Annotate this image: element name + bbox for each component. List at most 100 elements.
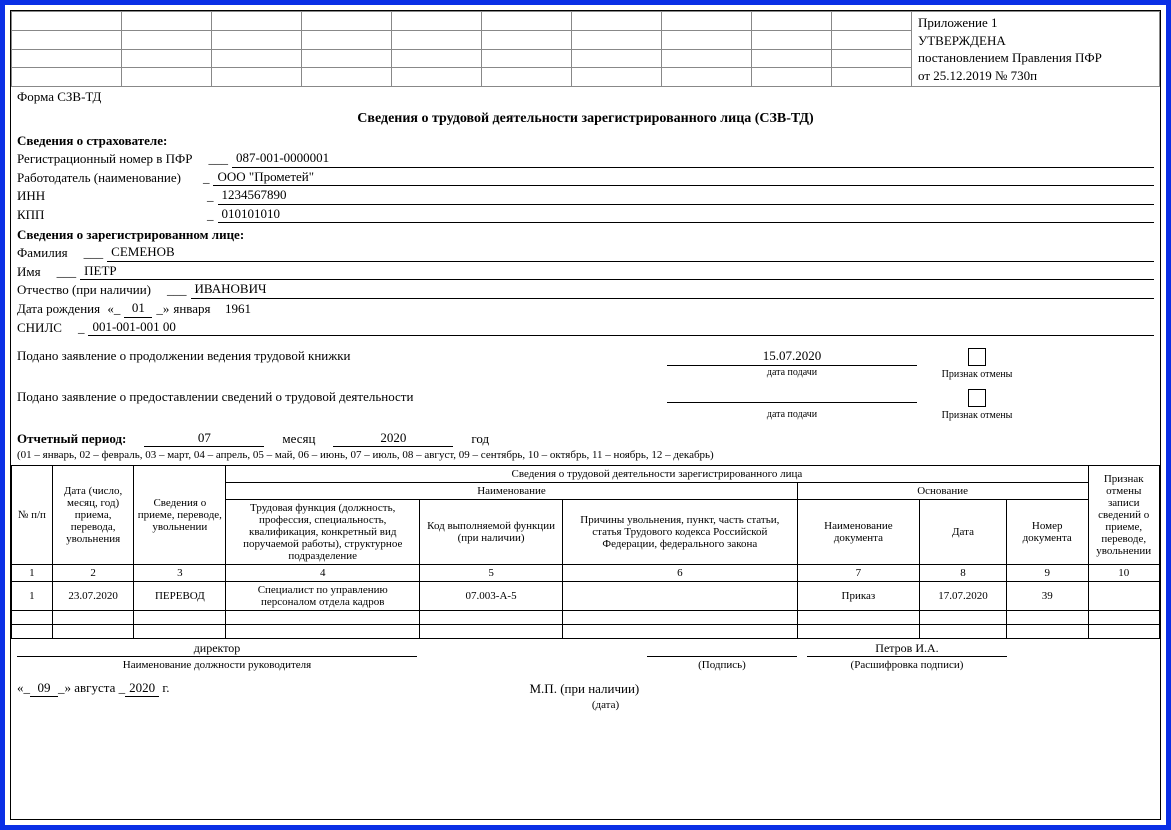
page-inner: Приложение 1 УТВЕРЖДЕНА постановлением П…: [10, 10, 1161, 820]
position-value: директор: [17, 641, 417, 657]
col-header-docnum: Номер документа: [1006, 500, 1088, 565]
statement-2-cancel-caption: Признак отмены: [927, 409, 1027, 422]
employer-value: ООО "Прометей": [213, 168, 1154, 187]
dob-label: Дата рождения: [17, 300, 100, 318]
statement-2-cancel-checkbox[interactable]: [968, 389, 986, 407]
colnum-5: 5: [420, 565, 563, 582]
inn-line: ИНН _ 1234567890: [17, 186, 1154, 205]
row-no: 1: [12, 582, 53, 611]
footer-date-mid: _» августа _: [58, 680, 125, 695]
colnum-7: 7: [797, 565, 919, 582]
snils-prefix: _: [78, 319, 85, 337]
statement-1-date: 15.07.2020: [667, 348, 917, 366]
statement-1-text: Подано заявление о продолжении ведения т…: [17, 348, 657, 365]
statement-1-cancel-checkbox[interactable]: [968, 348, 986, 366]
signer-name: Петров И.А.: [807, 641, 1007, 657]
dob-day: 01: [124, 299, 152, 318]
person-header: Сведения о зарегистрированном лице:: [17, 227, 1154, 243]
patronymic-value: ИВАНОВИЧ: [191, 280, 1154, 299]
row-date: 23.07.2020: [52, 582, 134, 611]
footer-date-day: 09: [30, 680, 58, 697]
col-header-super: Сведения о трудовой деятельности зарегис…: [226, 466, 1088, 483]
col-header-naming: Наименование: [226, 483, 797, 500]
signature-caption: (Подпись): [698, 659, 746, 671]
col-header-reason: Причины увольнения, пункт, часть статьи,…: [563, 500, 798, 565]
statement-2-text: Подано заявление о предоставлении сведен…: [17, 389, 657, 406]
employer-label: Работодатель (наименование): [17, 169, 181, 187]
snils-line: СНИЛС _ 001-001-001 00: [17, 318, 1154, 337]
kpp-line: КПП _ 010101010: [17, 205, 1154, 224]
row-info: ПЕРЕВОД: [134, 582, 226, 611]
date-footer: «_09_» августа _2020 г. М.П. (при наличи…: [11, 674, 1160, 699]
statement-2: Подано заявление о предоставлении сведен…: [11, 385, 1160, 426]
statement-2-date-col: дата подачи: [667, 389, 917, 421]
page-frame: Приложение 1 УТВЕРЖДЕНА постановлением П…: [0, 0, 1171, 830]
patronymic-prefix: ___: [167, 281, 187, 299]
header-grid: Приложение 1 УТВЕРЖДЕНА постановлением П…: [11, 11, 1160, 87]
period-month: 07: [144, 430, 264, 447]
row-cancel: [1088, 582, 1160, 611]
name-label: Имя: [17, 263, 41, 281]
patronymic-label: Отчество (при наличии): [17, 281, 151, 299]
footer-date: «_09_» августа _2020 г.: [17, 680, 170, 697]
row-reason: [563, 582, 798, 611]
inn-prefix: _: [207, 187, 214, 205]
colnum-4: 4: [226, 565, 420, 582]
statement-1-date-caption: дата подачи: [667, 366, 917, 379]
snils-value: 001-001-001 00: [88, 318, 1154, 337]
period-label: Отчетный период:: [17, 431, 126, 447]
name-prefix: ___: [57, 263, 77, 281]
signature-field: [647, 641, 797, 657]
footer-date-prefix: «_: [17, 680, 30, 695]
col-header-basis: Основание: [797, 483, 1088, 500]
col-header-no: № п/п: [12, 466, 53, 565]
colnum-6: 6: [563, 565, 798, 582]
col-header-code: Код выполняемой функции (при наличии): [420, 500, 563, 565]
col-header-cancel: Признак отмены записи сведений о приеме,…: [1088, 466, 1160, 565]
surname-label: Фамилия: [17, 244, 68, 262]
footer-date-suffix: г.: [159, 680, 169, 695]
kpp-prefix: _: [207, 206, 214, 224]
name-value: ПЕТР: [80, 262, 1154, 281]
statement-1: Подано заявление о продолжении ведения т…: [11, 344, 1160, 385]
statement-2-date-caption: дата подачи: [667, 408, 917, 421]
appendix-line4: от 25.12.2019 № 730п: [918, 68, 1037, 83]
row-docname: Приказ: [797, 582, 919, 611]
dob-year: 1961: [225, 300, 251, 318]
row-code: 07.003-А-5: [420, 582, 563, 611]
position-caption: Наименование должности руководителя: [123, 659, 311, 671]
col-header-info: Сведения о приеме, переводе, увольнении: [134, 466, 226, 565]
signature-row: директор Наименование должности руководи…: [11, 639, 1160, 674]
reg-prefix: ___: [209, 150, 229, 168]
statement-2-date: [667, 389, 917, 403]
colnum-8: 8: [920, 565, 1007, 582]
table-row: 1 23.07.2020 ПЕРЕВОД Специалист по управ…: [12, 582, 1160, 611]
signer-name-caption: (Расшифровка подписи): [851, 659, 964, 671]
reg-number-value: 087-001-0000001: [232, 149, 1154, 168]
col-header-docdate: Дата: [920, 500, 1007, 565]
statement-1-cancel-col: Признак отмены: [927, 348, 1027, 381]
appendix-cell: Приложение 1 УТВЕРЖДЕНА постановлением П…: [912, 12, 1160, 87]
row-docnum: 39: [1006, 582, 1088, 611]
appendix-line1: Приложение 1: [918, 15, 998, 30]
colnum-10: 10: [1088, 565, 1160, 582]
employer-prefix: _: [203, 169, 210, 187]
colnum-9: 9: [1006, 565, 1088, 582]
col-header-docname: Наименование документа: [797, 500, 919, 565]
surname-prefix: ___: [84, 244, 104, 262]
colnum-3: 3: [134, 565, 226, 582]
surname-line: Фамилия ___ СЕМЕНОВ: [17, 243, 1154, 262]
mp-label: М.П. (при наличии): [530, 681, 640, 697]
row-docdate: 17.07.2020: [920, 582, 1007, 611]
document-title: Сведения о трудовой деятельности зарегис…: [11, 107, 1160, 133]
statement-2-cancel-col: Признак отмены: [927, 389, 1027, 422]
appendix-line3: постановлением Правления ПФР: [918, 50, 1102, 65]
reg-number-label: Регистрационный номер в ПФР: [17, 150, 193, 168]
kpp-value: 010101010: [218, 205, 1155, 224]
dob-line: Дата рождения «_ 01 _» января 1961: [17, 299, 1154, 318]
period-month-label: месяц: [282, 431, 315, 447]
period-note: (01 – январь, 02 – февраль, 03 – март, 0…: [11, 449, 1160, 465]
inn-label: ИНН: [17, 187, 203, 205]
appendix-line2: УТВЕРЖДЕНА: [918, 33, 1006, 48]
reg-number-line: Регистрационный номер в ПФР ___ 087-001-…: [17, 149, 1154, 168]
